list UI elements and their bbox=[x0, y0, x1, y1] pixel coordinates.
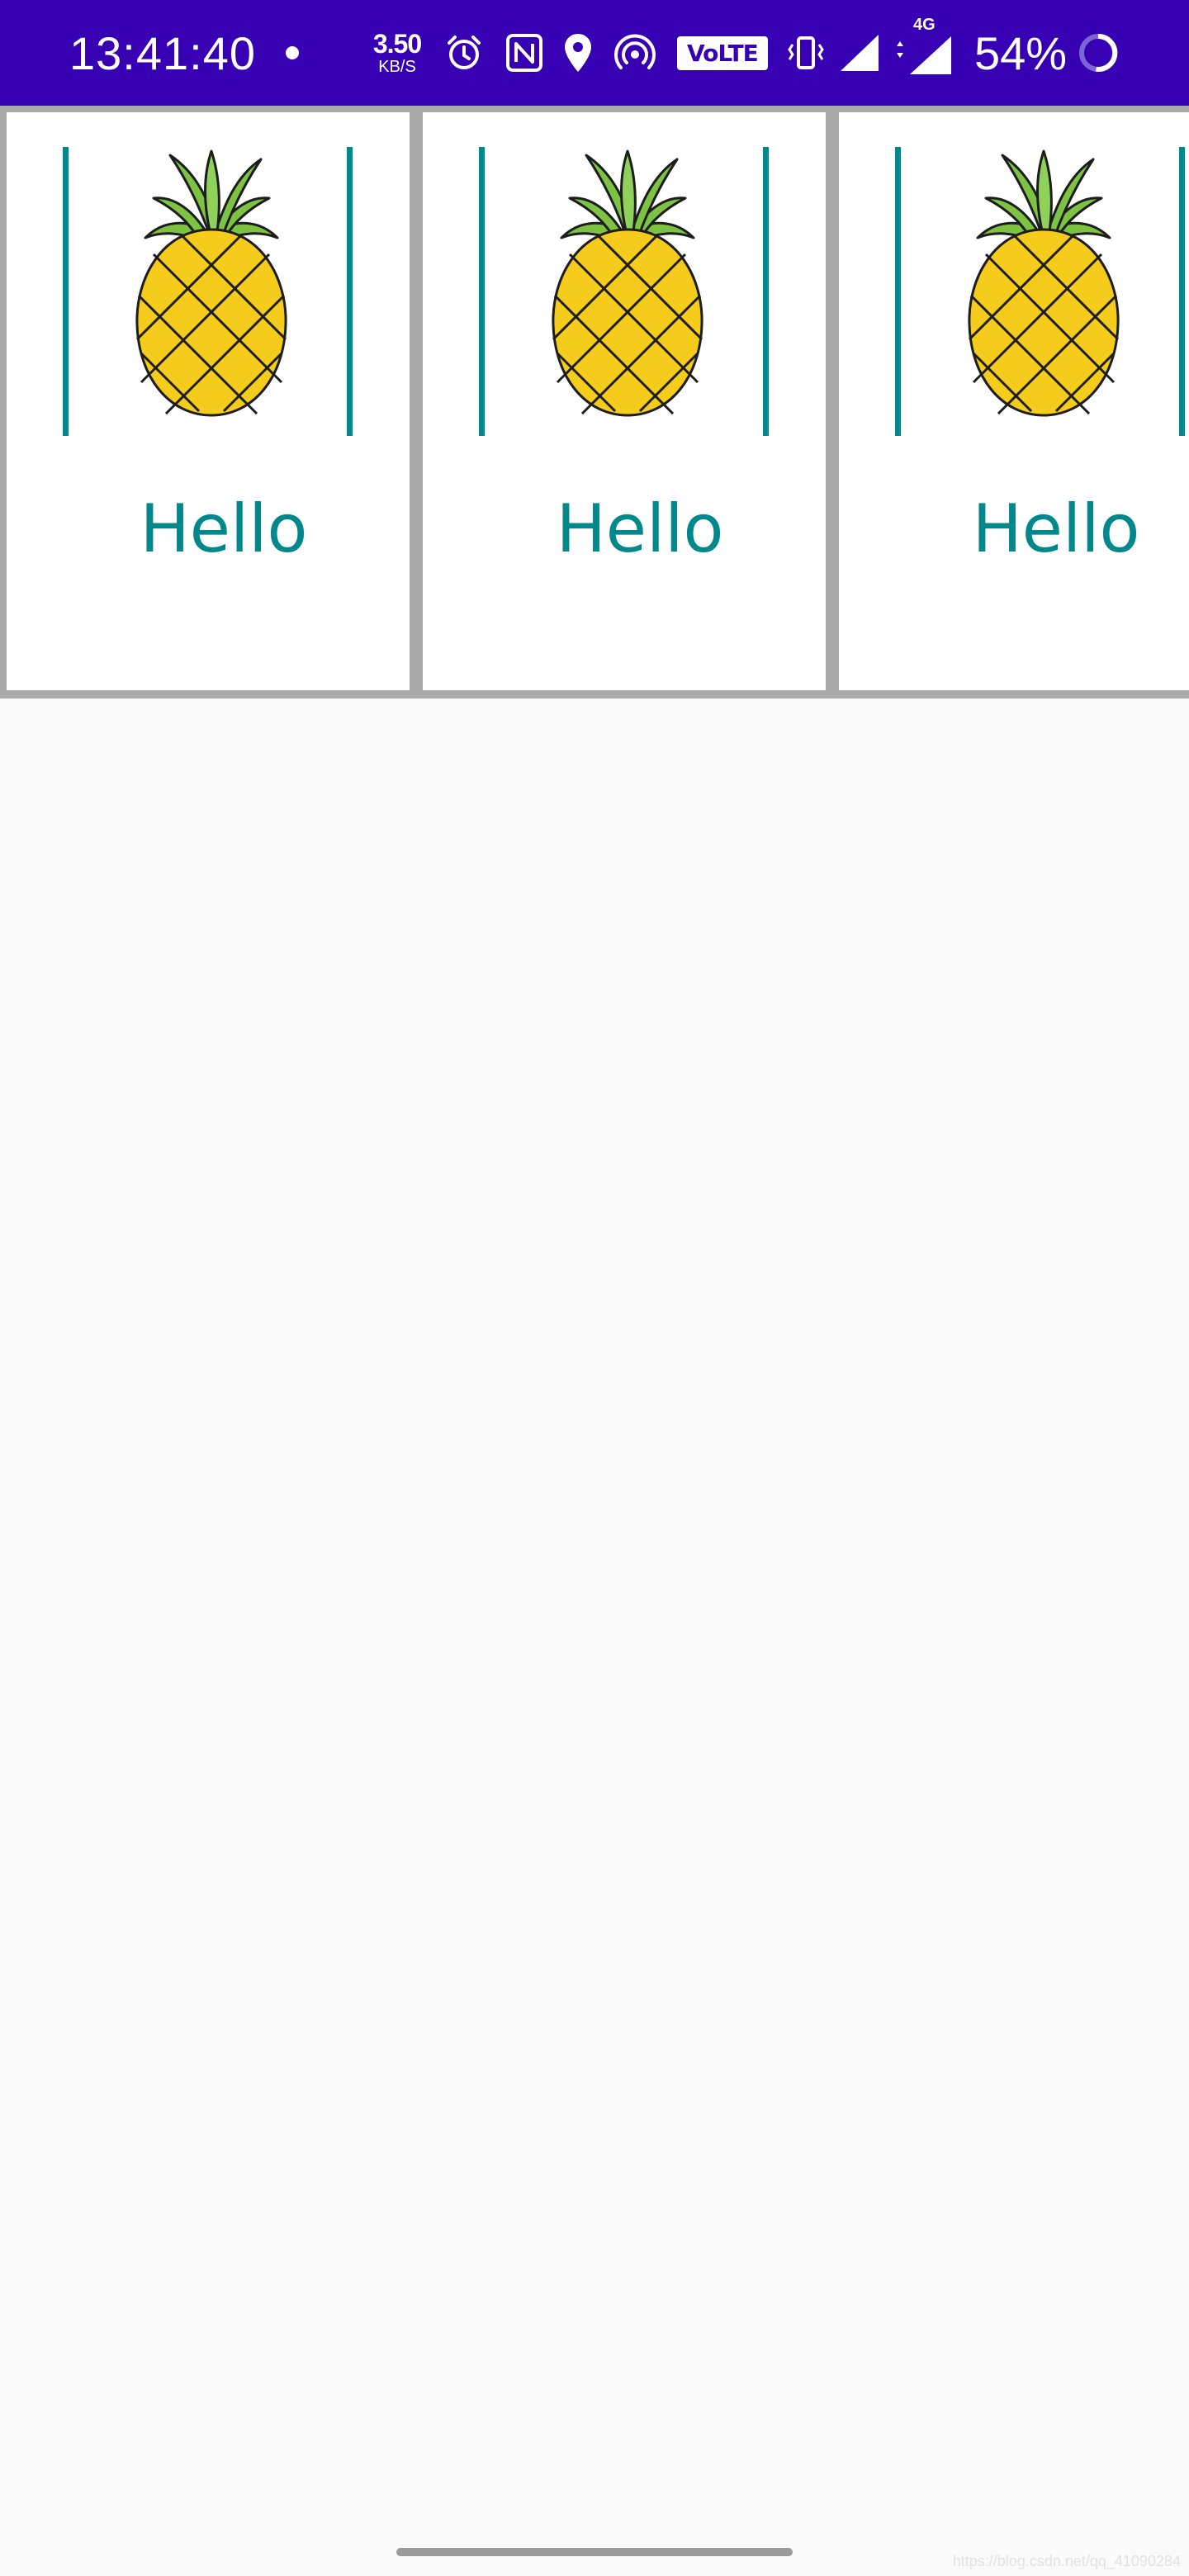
watermark: https://blog.csdn.net/qq_41090284 bbox=[952, 2553, 1181, 2569]
network-speed-unit: KB/S bbox=[378, 58, 416, 76]
pineapple-image bbox=[968, 149, 1120, 417]
battery-ring-icon bbox=[1077, 0, 1120, 106]
card-list[interactable]: Hello Hello Hello bbox=[0, 106, 1189, 698]
network-speed-value: 3.50 bbox=[372, 29, 422, 59]
status-clock: 13:41:40 bbox=[69, 26, 256, 79]
network-type-label: 4G bbox=[913, 15, 936, 34]
accent-bar-right bbox=[1179, 147, 1185, 436]
signal-strength-icon bbox=[839, 0, 880, 106]
accent-bar-right bbox=[347, 147, 353, 436]
card-title: Hello bbox=[140, 490, 308, 567]
accent-bar-left bbox=[479, 147, 485, 436]
card[interactable]: Hello bbox=[839, 112, 1189, 690]
accent-bar-left bbox=[63, 147, 69, 436]
location-icon bbox=[563, 0, 593, 106]
hotspot-icon bbox=[614, 0, 656, 106]
card[interactable]: Hello bbox=[423, 112, 826, 690]
notification-dot-icon bbox=[286, 0, 299, 106]
network-speed: 3.50 KB/S bbox=[368, 0, 426, 106]
vibrate-icon bbox=[786, 0, 826, 106]
battery-percent: 54% bbox=[974, 26, 1068, 79]
alarm-icon bbox=[444, 0, 484, 106]
card[interactable]: Hello bbox=[7, 112, 410, 690]
volte-badge: VoLTE bbox=[677, 0, 768, 106]
pineapple-image bbox=[552, 149, 703, 417]
nfc-icon bbox=[505, 0, 543, 106]
card-title: Hello bbox=[972, 490, 1140, 567]
volte-label: VoLTE bbox=[677, 36, 768, 70]
accent-bar-right bbox=[763, 147, 769, 436]
card-title: Hello bbox=[556, 490, 724, 567]
accent-bar-left bbox=[895, 147, 901, 436]
gesture-nav-handle[interactable] bbox=[396, 2548, 793, 2556]
status-bar: 13:41:40 3.50 KB/S VoLTE 4G 54% bbox=[0, 0, 1189, 106]
pineapple-image bbox=[135, 149, 287, 417]
